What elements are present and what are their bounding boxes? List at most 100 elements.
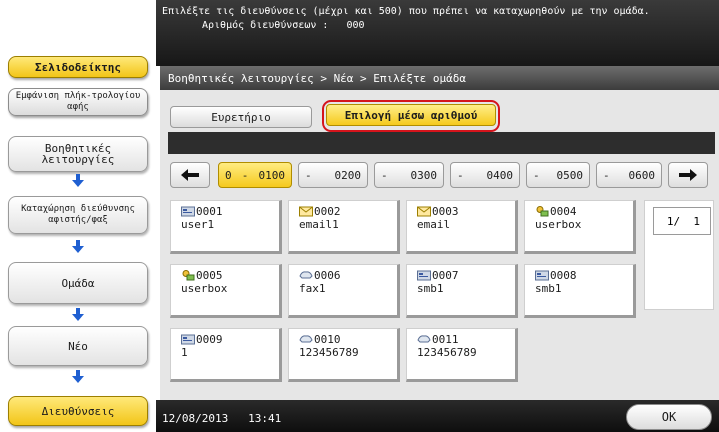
step-utility[interactable]: Βοηθητικές λειτουργίες xyxy=(8,136,148,172)
entry-number: 0007 xyxy=(432,269,459,282)
step-group[interactable]: Ομάδα xyxy=(8,262,148,304)
entry-number-line: 0010 xyxy=(299,333,397,346)
range-from: - xyxy=(603,168,610,182)
arrow-down-icon xyxy=(72,370,84,384)
entry-name: userbox xyxy=(535,218,582,231)
entry-name: userbox xyxy=(181,282,228,295)
main-panel: Βοηθητικές λειτουργίες > Νέα > Επιλέξτε … xyxy=(160,66,719,400)
entry-number-line: 0002 xyxy=(299,205,397,218)
address-entry[interactable]: 0008 smb1 xyxy=(524,264,636,318)
entry-number-line: 0007 xyxy=(417,269,515,282)
tab-index[interactable]: Ευρετήριο xyxy=(170,106,312,128)
tab-index-label: Ευρετήριο xyxy=(211,110,271,124)
range-button[interactable]: - 0600 xyxy=(596,162,662,188)
smb-icon xyxy=(181,206,195,217)
arrow-down-icon xyxy=(72,308,84,322)
box-icon xyxy=(535,206,549,217)
step-label: Καταχώρηση διεύθυνσης αφιστής/φαξ xyxy=(21,204,135,225)
count-value: 000 xyxy=(346,20,365,31)
range-to: 0600 xyxy=(628,168,656,182)
entry-number-line: 0004 xyxy=(535,205,633,218)
tab-select-by-number[interactable]: Επιλογή μέσω αριθμού xyxy=(326,104,496,126)
email-icon xyxy=(299,206,313,217)
entry-number-line: 0008 xyxy=(535,269,633,282)
entry-number-line: 0009 xyxy=(181,333,279,346)
instruction-bar: Επιλέξτε τις διευθύνσεις (μέχρι και 500)… xyxy=(156,0,719,66)
step-label: Ομάδα xyxy=(61,276,95,290)
bookmark-button[interactable]: Σελιδοδείκτης xyxy=(8,56,148,78)
date-text: 12/08/2013 xyxy=(162,412,229,425)
page-indicator-panel: 1/ 1 xyxy=(644,200,714,310)
step-label: Βοηθητικές λειτουργίες xyxy=(41,142,115,166)
step-label: Διευθύνσεις xyxy=(41,404,115,418)
address-entry[interactable]: 0010 123456789 xyxy=(288,328,400,382)
range-button[interactable]: - 0300 xyxy=(374,162,444,188)
display-keys-button[interactable]: Εμφάνιση πλήκ-τρολογίου αφής xyxy=(8,88,148,116)
ok-button[interactable]: OK xyxy=(626,404,712,430)
address-entry[interactable]: 0011 123456789 xyxy=(406,328,518,382)
range-button[interactable]: - 0200 xyxy=(298,162,368,188)
entry-number: 0008 xyxy=(550,269,577,282)
entry-number: 0009 xyxy=(196,333,223,346)
entry-number: 0001 xyxy=(196,205,223,218)
display-keys-label: Εμφάνιση πλήκ-τρολογίου αφής xyxy=(15,91,141,112)
entry-number: 0005 xyxy=(196,269,223,282)
count-label: Αριθμός διευθύνσεων : xyxy=(202,20,329,31)
entry-name: fax1 xyxy=(299,282,326,295)
entry-number: 0002 xyxy=(314,205,341,218)
range-button[interactable]: - 0400 xyxy=(450,162,520,188)
instruction-text: Επιλέξτε τις διευθύνσεις (μέχρι και 500)… xyxy=(162,6,650,17)
step-address-registration[interactable]: Καταχώρηση διεύθυνσης αφιστής/φαξ xyxy=(8,196,148,234)
step-label: Νέο xyxy=(68,339,88,353)
ok-label: OK xyxy=(661,410,677,424)
entry-name: smb1 xyxy=(535,282,562,295)
email-icon xyxy=(417,206,431,217)
arrow-down-icon xyxy=(72,240,84,254)
range-to: 0200 xyxy=(334,168,362,182)
entry-number: 0010 xyxy=(314,333,341,346)
entry-number-line: 0006 xyxy=(299,269,397,282)
entry-number-line: 0001 xyxy=(181,205,279,218)
fax-icon xyxy=(417,334,431,345)
entry-name: 123456789 xyxy=(417,346,477,359)
address-entry[interactable]: 0007 smb1 xyxy=(406,264,518,318)
smb-icon xyxy=(417,270,431,281)
prev-range-button[interactable] xyxy=(170,162,210,188)
address-entry[interactable]: 0009 1 xyxy=(170,328,282,382)
fax-icon xyxy=(299,334,313,345)
address-entry[interactable]: 0003 email xyxy=(406,200,518,254)
step-addresses[interactable]: Διευθύνσεις xyxy=(8,396,148,426)
address-entry[interactable]: 0002 email1 xyxy=(288,200,400,254)
range-from: - xyxy=(533,168,540,182)
step-new[interactable]: Νέο xyxy=(8,326,148,366)
address-entry[interactable]: 0004 userbox xyxy=(524,200,636,254)
range-button[interactable]: 0 - 0100 xyxy=(218,162,292,188)
range-from: - xyxy=(457,168,464,182)
address-entry[interactable]: 0001 user1 xyxy=(170,200,282,254)
range-sep: - xyxy=(241,168,249,182)
datetime: 12/08/2013 13:41 xyxy=(162,412,281,425)
address-count: Αριθμός διευθύνσεων : 000 xyxy=(162,20,713,32)
page-total: 1 xyxy=(693,214,700,228)
address-entry[interactable]: 0006 fax1 xyxy=(288,264,400,318)
entry-number-line: 0005 xyxy=(181,269,279,282)
box-icon xyxy=(181,270,195,281)
left-navigation: Σελιδοδείκτης Εμφάνιση πλήκ-τρολογίου αφ… xyxy=(0,0,156,432)
arrow-down-icon xyxy=(72,174,84,188)
search-strip xyxy=(168,132,715,154)
smb-icon xyxy=(535,270,549,281)
range-to: 0300 xyxy=(410,168,438,182)
entry-number: 0011 xyxy=(432,333,459,346)
range-from: 0 xyxy=(225,168,232,182)
range-to: 0100 xyxy=(258,168,286,182)
entry-number: 0006 xyxy=(314,269,341,282)
range-to: 0500 xyxy=(556,168,584,182)
entry-name: email xyxy=(417,218,451,231)
entry-number-line: 0011 xyxy=(417,333,515,346)
next-range-button[interactable] xyxy=(668,162,708,188)
bookmark-label: Σελιδοδείκτης xyxy=(34,60,122,74)
address-entry[interactable]: 0005 userbox xyxy=(170,264,282,318)
range-button[interactable]: - 0500 xyxy=(526,162,590,188)
page-current: 1/ xyxy=(666,214,681,228)
entry-name: 1 xyxy=(181,346,188,359)
